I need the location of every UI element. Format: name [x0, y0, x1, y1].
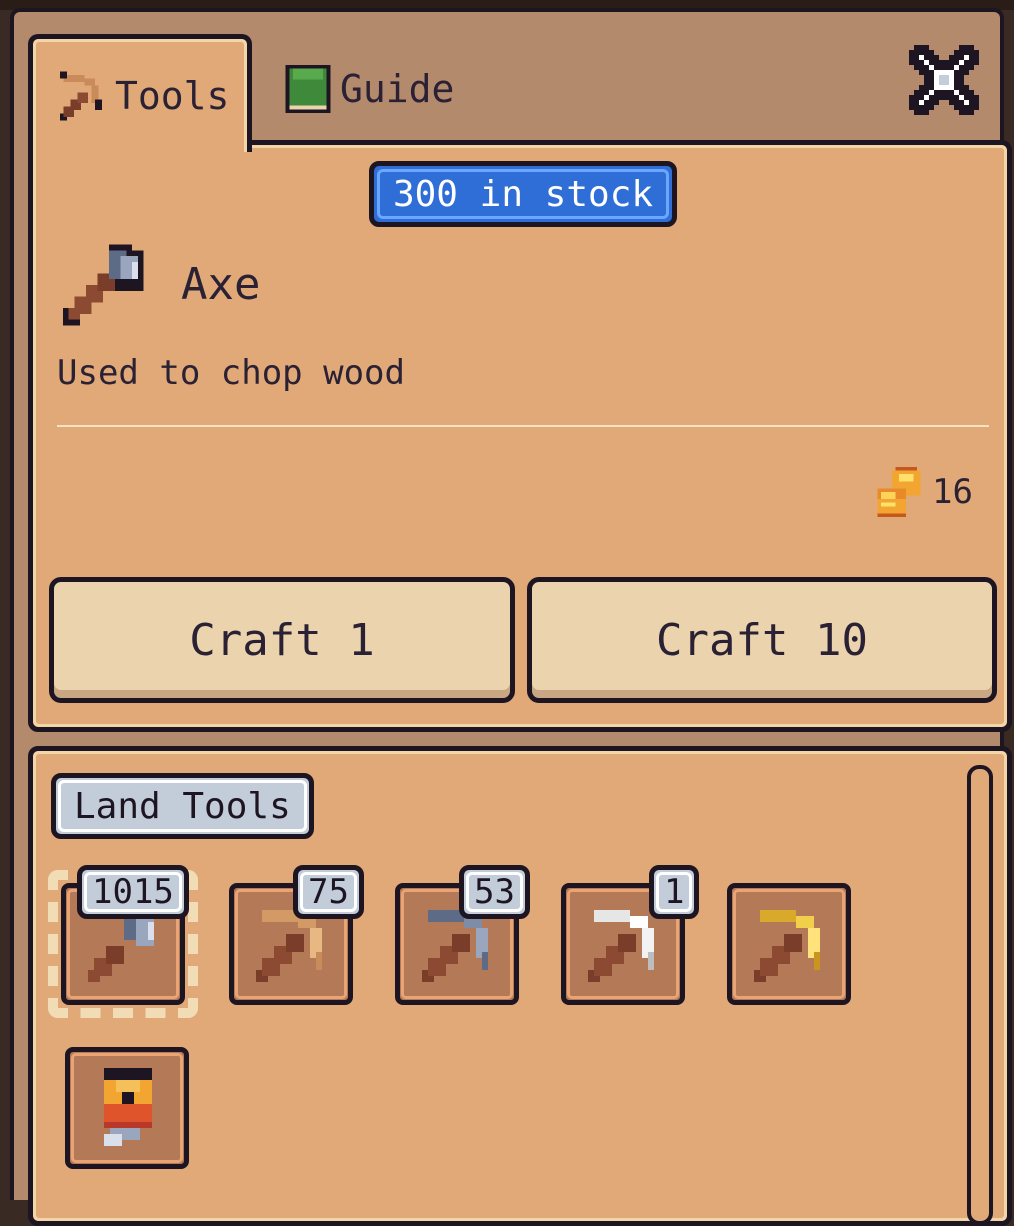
- stock-badge: 300 in stock: [369, 161, 677, 227]
- crafting-window: Tools Guide 300 in stock Axe Used to cho…: [10, 8, 1012, 1226]
- craft-one-label: Craft 1: [189, 614, 375, 666]
- craft-ten-label: Craft 10: [656, 614, 868, 666]
- item-count: 75: [293, 865, 364, 919]
- price: 16: [874, 467, 973, 517]
- coins-icon: [877, 467, 921, 517]
- item-count: 53: [459, 865, 530, 919]
- inventory-slot-gold-pickaxe[interactable]: [727, 883, 851, 1005]
- tab-tools-label: Tools: [115, 73, 230, 118]
- pickaxe-icon: [60, 71, 102, 120]
- gold-pickaxe-icon: [754, 910, 820, 982]
- tab-guide[interactable]: Guide: [274, 34, 494, 144]
- section-label: Land Tools: [51, 773, 314, 839]
- item-count: 1: [649, 865, 700, 919]
- axe-icon: [62, 244, 144, 326]
- tab-guide-label: Guide: [340, 67, 455, 111]
- stock-label: 300 in stock: [392, 173, 654, 215]
- section-label-text: Land Tools: [74, 785, 291, 827]
- price-value: 16: [932, 472, 973, 512]
- inventory-slot-rod[interactable]: [65, 1047, 189, 1169]
- tab-tools[interactable]: Tools: [28, 34, 252, 152]
- book-icon: [285, 64, 331, 114]
- craft-one-button[interactable]: Craft 1: [49, 577, 515, 703]
- close-button[interactable]: [904, 40, 984, 120]
- divider: [57, 425, 989, 427]
- item-name: Axe: [181, 259, 261, 310]
- inventory-panel: Land Tools 1015 75 53 1: [28, 746, 1012, 1226]
- scrollbar-thumb[interactable]: [973, 775, 987, 1115]
- craft-ten-button[interactable]: Craft 10: [527, 577, 997, 703]
- scrollbar[interactable]: [967, 765, 993, 1225]
- rod-icon: [104, 1068, 152, 1146]
- item-description: Used to chop wood: [57, 353, 405, 393]
- item-detail-panel: 300 in stock Axe Used to chop wood 16 Cr…: [28, 140, 1012, 732]
- close-icon: [909, 45, 979, 115]
- item-count: 1015: [77, 865, 189, 919]
